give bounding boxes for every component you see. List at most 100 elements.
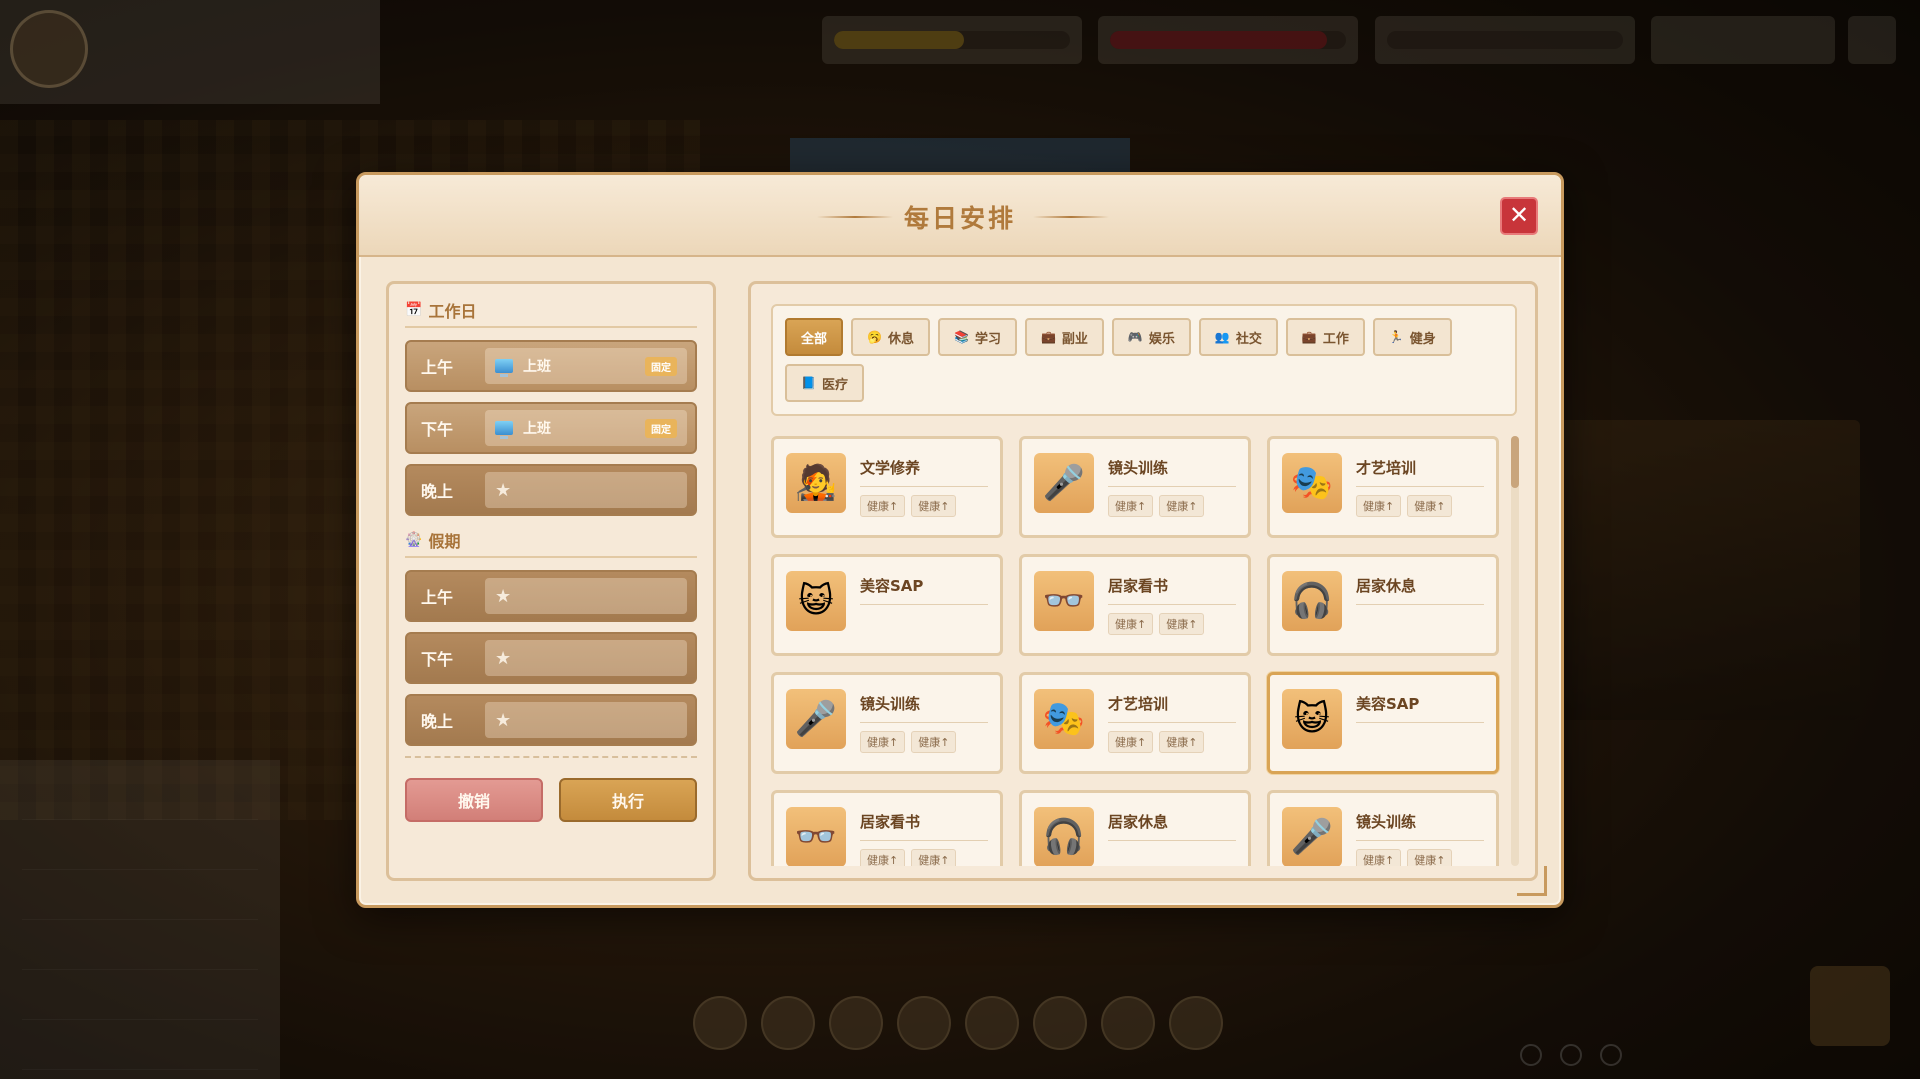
filter-label: 工作 (1322, 331, 1349, 347)
activity-card[interactable]: 🎤 镜头训练健康↑ 健康↑ (1019, 436, 1251, 538)
close-button[interactable]: ✕ (1500, 197, 1538, 235)
effect-tag: 健康↑ (911, 849, 957, 866)
filter-label: 副业 (1061, 331, 1088, 347)
activity-name: 才艺培训 (1356, 453, 1484, 487)
holiday-slot-morning[interactable]: 上午 ★ (405, 570, 697, 622)
schedule-panel: 📅 工作日 上午 上班 固定 下午 上班 固定 晚上 ★ 🎡 假期 上午 ★ 下… (386, 281, 716, 881)
workday-slot-afternoon[interactable]: 下午 上班 固定 (405, 402, 697, 454)
activity-name: 镜头训练 (1108, 453, 1236, 487)
computer-icon (495, 359, 513, 377)
activity-card[interactable]: 🎤 镜头训练健康↑ 健康↑ (1267, 790, 1499, 866)
modal-title: 每日安排 (903, 204, 1016, 233)
workday-slot-evening[interactable]: 晚上 ★ (405, 464, 697, 516)
activity-card[interactable]: 🎭 才艺培训 健康↑ 健康↑ (1019, 672, 1251, 774)
filter-icon: 📘 (801, 376, 816, 390)
activity-card[interactable]: 🎤 镜头训练 健康↑ 健康↑ (771, 672, 1003, 774)
filter-icon: 📚 (953, 330, 969, 344)
effect-tag: 健康↑ (1159, 495, 1205, 517)
filter-tab[interactable]: 📚 学习 (937, 318, 1017, 356)
activity-card[interactable]: 🎧 居家休息 (1267, 554, 1499, 656)
activity-card[interactable]: 🎧 居家休息 (1019, 790, 1251, 866)
filter-icon: 🥱 (867, 330, 882, 344)
cancel-button[interactable]: 撤销 (405, 778, 543, 822)
activity-card[interactable]: 👓 居家看书健康↑ 健康↑ (771, 790, 1003, 866)
filter-icon: 💼 (1301, 330, 1317, 344)
holiday-icon: 🎡 (405, 532, 423, 548)
workday-slot-morning[interactable]: 上午 上班 固定 (405, 340, 697, 392)
filter-label: 娱乐 (1148, 331, 1175, 347)
filter-label: 休息 (887, 331, 914, 347)
activity-icon: 🎤 (1282, 807, 1342, 866)
empty-slot-star-icon: ★ (495, 647, 512, 669)
activity-icon: 🎤 (1034, 453, 1094, 513)
filter-tab[interactable]: 🥱 休息 (851, 318, 930, 356)
filter-tab[interactable]: 📘 医疗 (785, 364, 864, 402)
effect-tag: 健康↑ (860, 495, 906, 517)
empty-slot-star-icon: ★ (495, 479, 512, 501)
activity-name: 镜头训练 (1356, 807, 1484, 841)
filter-tab[interactable]: 💼 副业 (1024, 318, 1104, 356)
holiday-section-title: 🎡 假期 (405, 530, 697, 558)
fixed-badge: 固定 (645, 356, 677, 376)
execute-button[interactable]: 执行 (559, 778, 697, 822)
filter-tab[interactable]: 💼 工作 (1285, 318, 1365, 356)
activity-card[interactable]: 🧑‍🎤 文学修养 健康↑ 健康↑ (771, 436, 1003, 538)
activity-icon: 👓 (786, 807, 846, 866)
activity-card[interactable]: 🎭 才艺培训 健康↑ 健康↑ (1267, 436, 1499, 538)
daily-schedule-modal: 每日安排 ✕ 📅 工作日 上午 上班 固定 下午 上班 固定 晚上 ★ 🎡 假期… (356, 172, 1564, 908)
activity-icon: 😺 (786, 571, 846, 631)
holiday-slot-evening[interactable]: 晚上 ★ (405, 694, 697, 746)
activity-name: 居家休息 (1108, 807, 1236, 841)
activity-icon: 🎧 (1034, 807, 1094, 866)
activity-name: 居家休息 (1356, 571, 1484, 605)
scrollbar-thumb[interactable] (1511, 436, 1519, 488)
activity-icon: 🎤 (786, 689, 846, 749)
holiday-slot-afternoon[interactable]: 下午 ★ (405, 632, 697, 684)
filter-tab[interactable]: 🏃 健身 (1372, 318, 1452, 356)
effect-tag: 健康↑ (860, 849, 906, 866)
calendar-icon: 📅 (405, 302, 423, 318)
activity-icon: 👓 (1034, 571, 1094, 631)
filter-tab[interactable]: 🎮 娱乐 (1111, 318, 1191, 356)
effect-tag: 健康↑ (1407, 849, 1453, 866)
activity-icon: 🧑‍🎤 (786, 453, 846, 513)
filter-label: 医疗 (821, 377, 848, 393)
effect-tag: 健康↑ (1108, 495, 1154, 517)
empty-slot-star-icon: ★ (495, 585, 512, 607)
activity-name: 才艺培训 (1108, 689, 1236, 723)
activity-card[interactable]: 😺 美容SAP (1267, 672, 1499, 774)
activity-name: 美容SAP (860, 571, 988, 605)
empty-slot-star-icon: ★ (495, 709, 512, 731)
filter-icon: 👥 (1214, 330, 1230, 344)
activity-scrollbar[interactable] (1511, 436, 1519, 866)
filter-label: 健身 (1409, 331, 1436, 347)
filter-tab[interactable]: 👥 社交 (1198, 318, 1278, 356)
filter-label: 社交 (1235, 331, 1262, 347)
effect-tag: 健康↑ (1159, 613, 1205, 635)
effect-tag: 健康↑ (911, 495, 957, 517)
effect-tag: 健康↑ (860, 731, 906, 753)
filter-label: 学习 (974, 331, 1001, 347)
activity-name: 居家看书 (860, 807, 988, 841)
activity-card[interactable]: 👓 居家看书 健康↑ 健康↑ (1019, 554, 1251, 656)
category-filter-bar: 全部 🥱 休息 📚 学习 💼 副业 🎮 娱乐 👥 社交 💼 工作 🏃 健身 📘 医疗 (771, 304, 1517, 416)
activity-name: 居家看书 (1108, 571, 1236, 605)
effect-tag: 健康↑ (911, 731, 957, 753)
action-buttons: 撤销 执行 (405, 778, 697, 822)
corner-decoration (1517, 866, 1547, 896)
activities-panel: 全部 🥱 休息 📚 学习 💼 副业 🎮 娱乐 👥 社交 💼 工作 🏃 健身 📘 医疗 🧑‍🎤 文学修养 健康↑ 健康↑… (748, 281, 1547, 896)
effect-tag: 健康↑ (1356, 849, 1402, 866)
filter-tab[interactable]: 全部 (785, 318, 844, 356)
workday-section-title: 📅 工作日 (405, 300, 697, 328)
activity-card[interactable]: 😺 美容SAP (771, 554, 1003, 656)
activity-name: 美容SAP (1356, 689, 1484, 723)
activity-list[interactable]: 🧑‍🎤 文学修养 健康↑ 健康↑ 🎤 镜头训练 健康↑ 健康↑ 🎭 才艺培训 健康↑ 健康↑ 😺 美容SA… (771, 436, 1511, 866)
filter-icon: 🎮 (1127, 330, 1143, 344)
effect-tag: 健康↑ (1159, 731, 1205, 753)
effect-tag: 健康↑ (1108, 731, 1154, 753)
filter-icon: 🏃 (1388, 330, 1404, 344)
filter-label: 全部 (801, 331, 828, 347)
filter-icon: 💼 (1040, 330, 1056, 344)
modal-header: 每日安排 ✕ (359, 175, 1561, 257)
activity-grid: 🧑‍🎤 文学修养 健康↑ 健康↑ 🎤 镜头训练 健康↑ 健康↑ 🎭 才艺培训 健康↑ 健康↑ 😺 美容SA… (771, 436, 1511, 866)
